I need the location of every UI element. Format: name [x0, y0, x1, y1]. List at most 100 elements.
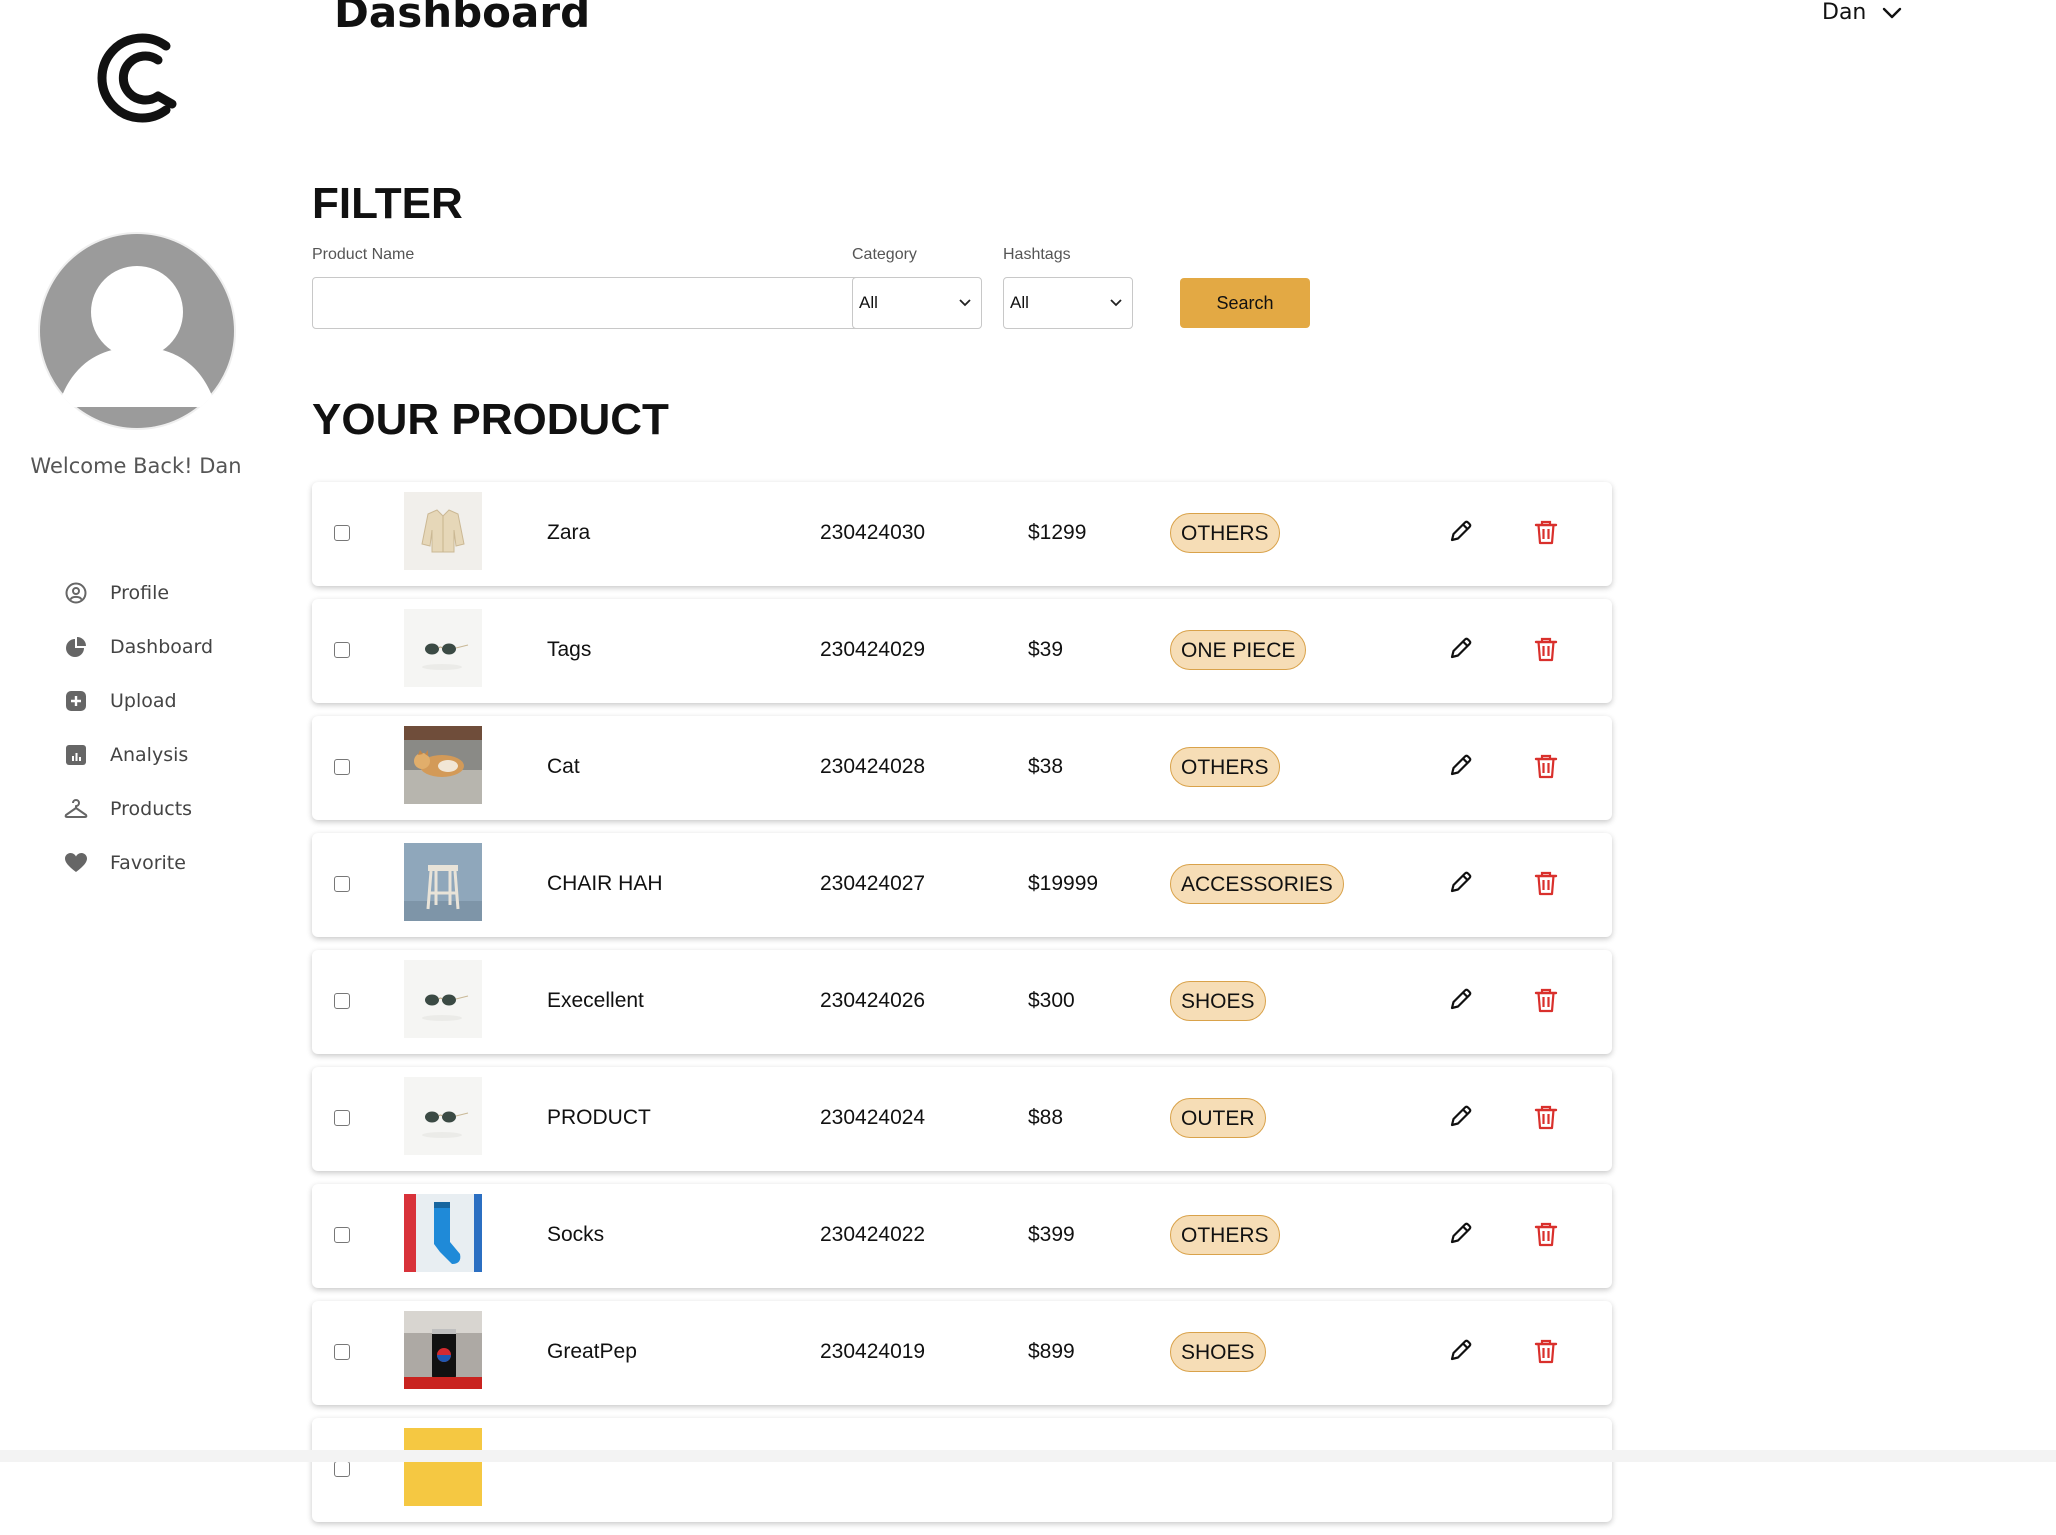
edit-icon[interactable]	[1446, 635, 1474, 663]
product-thumbnail[interactable]	[404, 1077, 482, 1155]
product-id: 230424027	[820, 872, 926, 895]
user-menu[interactable]: Dan	[1822, 0, 1902, 25]
product-name: Socks	[547, 1223, 605, 1246]
sidebar-item-analysis[interactable]: Analysis	[64, 728, 213, 782]
sidebar-item-label: Profile	[110, 582, 170, 604]
sidebar-item-upload[interactable]: Upload	[64, 674, 213, 728]
hashtags-select[interactable]: All	[1003, 277, 1133, 329]
row-checkbox[interactable]	[334, 525, 350, 541]
product-name-input[interactable]	[312, 277, 868, 329]
edit-icon[interactable]	[1446, 869, 1474, 897]
category-badge: SHOES	[1170, 981, 1266, 1021]
trash-icon[interactable]	[1532, 518, 1560, 546]
avatar[interactable]	[38, 232, 236, 430]
product-row[interactable]: Zara 230424030 $1299 OTHERS	[312, 482, 1612, 586]
edit-icon[interactable]	[1446, 1103, 1474, 1131]
category-label: Category	[852, 246, 917, 263]
brand-logo[interactable]	[88, 24, 188, 130]
plus-square-icon	[64, 689, 88, 713]
bar-chart-icon	[64, 743, 88, 767]
product-thumbnail[interactable]	[404, 1428, 482, 1506]
filter-title: FILTER	[312, 179, 463, 228]
row-checkbox[interactable]	[334, 1344, 350, 1360]
sidebar-item-label: Favorite	[110, 852, 186, 874]
row-checkbox[interactable]	[334, 1110, 350, 1126]
category-badge: SHOES	[1170, 1332, 1266, 1372]
product-thumbnail[interactable]	[404, 960, 482, 1038]
product-name: GreatPep	[547, 1340, 637, 1363]
sidebar-item-products[interactable]: Products	[64, 782, 213, 836]
product-name-label: Product Name	[312, 246, 415, 263]
row-checkbox[interactable]	[334, 759, 350, 775]
product-name: Tags	[547, 638, 592, 661]
product-thumbnail[interactable]	[404, 726, 482, 804]
edit-icon[interactable]	[1446, 1337, 1474, 1365]
product-price: $39	[1028, 638, 1064, 661]
row-checkbox[interactable]	[334, 876, 350, 892]
product-thumbnail[interactable]	[404, 843, 482, 921]
sidebar-item-label: Upload	[110, 690, 177, 712]
product-price: $399	[1028, 1223, 1075, 1246]
category-badge: ONE PIECE	[1170, 630, 1307, 670]
pie-chart-icon	[64, 635, 88, 659]
sidebar-item-profile[interactable]: Profile	[64, 566, 213, 620]
product-row[interactable]: Cat 230424028 $38 OTHERS	[312, 716, 1612, 820]
edit-icon[interactable]	[1446, 752, 1474, 780]
product-thumbnail[interactable]	[404, 1311, 482, 1389]
product-row[interactable]	[312, 1418, 1612, 1522]
product-name: Zara	[547, 521, 591, 544]
edit-icon[interactable]	[1446, 1220, 1474, 1248]
trash-icon[interactable]	[1532, 869, 1560, 897]
chevron-down-icon	[1883, 7, 1902, 18]
trash-icon[interactable]	[1532, 635, 1560, 663]
product-name: Cat	[547, 755, 580, 778]
edit-icon[interactable]	[1446, 986, 1474, 1014]
hashtags-label: Hashtags	[1003, 246, 1071, 263]
product-id: 230424030	[820, 521, 926, 544]
row-checkbox[interactable]	[334, 642, 350, 658]
row-checkbox[interactable]	[334, 1461, 350, 1477]
product-id: 230424022	[820, 1223, 926, 1246]
product-id: 230424028	[820, 755, 926, 778]
product-thumbnail[interactable]	[404, 1194, 482, 1272]
category-badge: OTHERS	[1170, 747, 1280, 787]
row-checkbox[interactable]	[334, 993, 350, 1009]
row-checkbox[interactable]	[334, 1227, 350, 1243]
product-price: $19999	[1028, 872, 1099, 895]
trash-icon[interactable]	[1532, 1337, 1560, 1365]
sidebar-item-favorite[interactable]: Favorite	[64, 836, 213, 890]
chevron-down-icon	[959, 299, 971, 307]
product-list: Zara 230424030 $1299 OTHERS Tags 230424029 $39…	[312, 482, 1612, 1535]
product-name: CHAIR HAH	[547, 872, 663, 895]
sidebar-item-dashboard[interactable]: Dashboard	[64, 620, 213, 674]
category-badge: OTHERS	[1170, 513, 1280, 553]
product-id: 230424026	[820, 989, 926, 1012]
trash-icon[interactable]	[1532, 752, 1560, 780]
category-badge: OUTER	[1170, 1098, 1266, 1138]
product-name: PRODUCT	[547, 1106, 651, 1129]
product-price: $38	[1028, 755, 1064, 778]
product-row[interactable]: CHAIR HAH 230424027 $19999 ACCESSORIES	[312, 833, 1612, 937]
product-id: 230424029	[820, 638, 926, 661]
search-button[interactable]: Search	[1180, 278, 1310, 328]
product-row[interactable]: Tags 230424029 $39 ONE PIECE	[312, 599, 1612, 703]
product-thumbnail[interactable]	[404, 492, 482, 570]
sidebar-nav: Profile Dashboard Upload Analysis Produc…	[64, 566, 213, 890]
sidebar-item-label: Dashboard	[110, 636, 214, 658]
sidebar-item-label: Analysis	[110, 744, 189, 766]
edit-icon[interactable]	[1446, 518, 1474, 546]
category-select[interactable]: All	[852, 277, 982, 329]
trash-icon[interactable]	[1532, 986, 1560, 1014]
sidebar: Welcome Back! Dan Profile Dashboard Uplo…	[0, 0, 272, 1462]
product-thumbnail[interactable]	[404, 609, 482, 687]
trash-icon[interactable]	[1532, 1103, 1560, 1131]
trash-icon[interactable]	[1532, 1220, 1560, 1248]
product-row[interactable]: Socks 230424022 $399 OTHERS	[312, 1184, 1612, 1288]
products-title: YOUR PRODUCT	[312, 395, 669, 444]
chevron-down-icon	[1110, 299, 1122, 307]
product-id: 230424019	[820, 1340, 926, 1363]
product-row[interactable]: PRODUCT 230424024 $88 OUTER	[312, 1067, 1612, 1171]
category-badge: ACCESSORIES	[1170, 864, 1344, 904]
product-row[interactable]: GreatPep 230424019 $899 SHOES	[312, 1301, 1612, 1405]
product-row[interactable]: Execellent 230424026 $300 SHOES	[312, 950, 1612, 1054]
